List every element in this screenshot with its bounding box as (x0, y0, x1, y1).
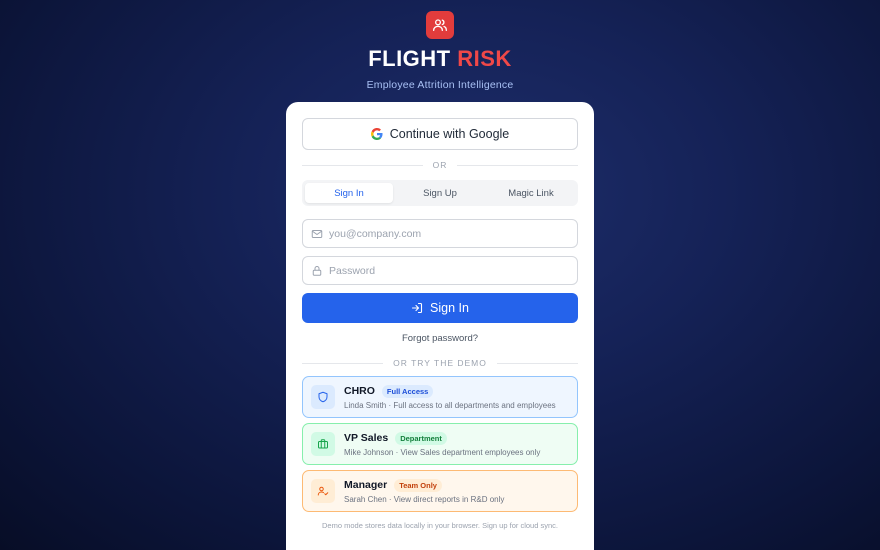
briefcase-icon (311, 432, 335, 456)
role-name: CHRO (344, 385, 375, 397)
role-description: Sarah Chen · View direct reports in R&D … (344, 494, 505, 504)
auth-tabs: Sign In Sign Up Magic Link (302, 180, 578, 206)
google-button-label: Continue with Google (389, 127, 510, 141)
login-card: Continue with Google OR Sign In Sign Up … (286, 102, 594, 550)
tab-magic-link[interactable]: Magic Link (487, 183, 575, 203)
lock-icon (312, 265, 322, 276)
brand-header: FLIGHT RISK Employee Attrition Intellige… (0, 11, 880, 91)
tab-sign-in[interactable]: Sign In (305, 183, 393, 203)
users-icon (426, 11, 454, 39)
tab-sign-up[interactable]: Sign Up (396, 183, 484, 203)
shield-icon (311, 385, 335, 409)
role-description: Mike Johnson · View Sales department emp… (344, 447, 541, 457)
role-name: VP Sales (344, 432, 389, 444)
password-field[interactable] (329, 264, 569, 277)
role-badge: Department (395, 431, 447, 445)
app-title: FLIGHT RISK (0, 46, 880, 72)
role-description: Linda Smith · Full access to all departm… (344, 400, 556, 410)
email-field-wrapper (302, 219, 578, 248)
role-badge: Team Only (394, 478, 442, 492)
or-divider: OR (302, 160, 578, 170)
log-in-icon (411, 302, 423, 314)
role-name: Manager (344, 479, 388, 491)
google-signin-button[interactable]: Continue with Google (302, 118, 578, 150)
title-main: FLIGHT (368, 46, 451, 71)
demo-role-vp-sales[interactable]: VP Sales Department Mike Johnson · View … (302, 423, 578, 465)
demo-divider: OR TRY THE DEMO (302, 358, 578, 368)
password-field-wrapper (302, 256, 578, 285)
demo-roles: CHRO Full Access Linda Smith · Full acce… (302, 376, 578, 512)
demo-footnote: Demo mode stores data locally in your br… (322, 521, 558, 530)
demo-role-manager[interactable]: Manager Team Only Sarah Chen · View dire… (302, 470, 578, 512)
sign-in-button-label: Sign In (430, 301, 469, 315)
forgot-password-link[interactable]: Forgot password? (302, 333, 578, 344)
demo-role-chro[interactable]: CHRO Full Access Linda Smith · Full acce… (302, 376, 578, 418)
sign-in-button[interactable]: Sign In (302, 293, 578, 323)
google-icon (370, 128, 383, 140)
mail-icon (311, 229, 323, 238)
email-field[interactable] (329, 227, 569, 240)
or-label: OR (432, 160, 448, 170)
role-badge: Full Access (381, 384, 434, 398)
title-accent: RISK (457, 46, 512, 71)
app-subtitle: Employee Attrition Intelligence (366, 79, 514, 91)
demo-divider-label: OR TRY THE DEMO (393, 358, 487, 368)
user-check-icon (311, 479, 335, 503)
